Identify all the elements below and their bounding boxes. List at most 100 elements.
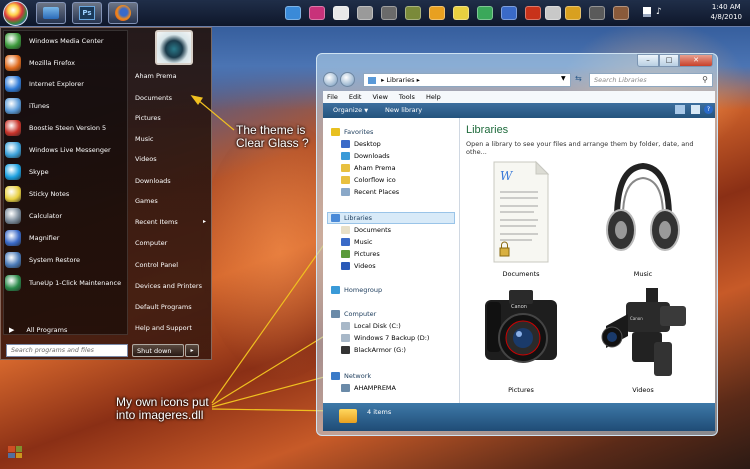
tray-app-icon[interactable] (613, 6, 629, 20)
volume-tray-icon[interactable]: ♪ (656, 7, 662, 17)
nav-library-item[interactable]: Videos (341, 262, 376, 270)
start-menu-place-item[interactable]: Games (135, 197, 158, 205)
back-button[interactable] (323, 72, 338, 87)
start-menu-place-item[interactable]: Music (135, 135, 154, 143)
menu-item[interactable]: Edit (349, 93, 362, 101)
shutdown-options-button[interactable]: ▸ (185, 344, 199, 357)
nav-network[interactable]: Network (331, 372, 371, 380)
start-menu-place-item[interactable]: Computer (135, 239, 167, 247)
start-menu-place-item[interactable]: Help and Support (135, 324, 192, 332)
new-library-button[interactable]: New library (385, 106, 422, 114)
start-menu-item[interactable]: Windows Media Center (5, 32, 104, 50)
start-menu-place-item[interactable]: Documents (135, 94, 172, 102)
start-menu-item[interactable]: System Restore (5, 251, 80, 269)
organize-button[interactable]: Organize ▼ (333, 106, 368, 114)
tray-app-icon[interactable] (309, 6, 325, 20)
user-picture[interactable] (155, 30, 193, 65)
start-menu-item[interactable]: Magnifier (5, 229, 59, 247)
start-menu-item[interactable]: Windows Live Messenger (5, 141, 111, 159)
start-menu-item[interactable]: Boostie Steen Version 5 (5, 119, 106, 137)
nav-computer[interactable]: Computer (331, 310, 376, 318)
tray-app-icon[interactable] (501, 6, 517, 20)
nav-favorite-item[interactable]: Desktop (341, 140, 381, 148)
nav-drive-item[interactable]: Windows 7 Backup (D:) (341, 334, 429, 342)
address-bar[interactable]: ▸ Libraries ▸ (363, 73, 571, 87)
start-menu-item[interactable]: iTunes (5, 97, 49, 115)
library-videos[interactable]: Canon Videos (598, 286, 688, 398)
tray-app-icon[interactable] (589, 6, 605, 20)
refresh-icon[interactable]: ⇆ (575, 74, 582, 83)
tray-app-icon[interactable] (357, 6, 373, 20)
tray-app-icon[interactable] (545, 6, 561, 20)
menu-item[interactable]: File (327, 93, 338, 101)
explorer-window: – □ ✕ ▸ Libraries ▸ ▼ ⇆ Search Libraries… (316, 53, 718, 436)
nav-favorite-item[interactable]: Aham Prema (341, 164, 396, 172)
nav-favorite-item[interactable]: Downloads (341, 152, 390, 160)
tray-app-icon[interactable] (477, 6, 493, 20)
start-menu-place-item[interactable]: Devices and Printers (135, 282, 202, 290)
tray-app-icon[interactable] (285, 6, 301, 20)
tray-app-icon[interactable] (453, 6, 469, 20)
nav-item-icon (341, 334, 350, 342)
tray-app-icon[interactable] (405, 6, 421, 20)
maximize-button[interactable]: □ (659, 54, 679, 67)
nav-drive-item[interactable]: BlackArmor (G:) (341, 346, 406, 354)
start-menu-item[interactable]: Internet Explorer (5, 75, 84, 93)
start-menu-item[interactable]: Calculator (5, 207, 62, 225)
nav-network-item[interactable]: AHAMPREMA (341, 384, 396, 392)
nav-homegroup[interactable]: Homegroup (331, 286, 382, 294)
library-music[interactable]: Music (598, 158, 688, 278)
start-menu-item[interactable]: TuneUp 1-Click Maintenance (5, 274, 121, 292)
nav-library-item[interactable]: Pictures (341, 250, 380, 258)
nav-favorite-item[interactable]: Recent Places (341, 188, 399, 196)
menu-item[interactable]: View (372, 93, 387, 101)
network-tray-icon[interactable] (643, 7, 651, 17)
start-menu-item[interactable]: Sticky Notes (5, 185, 69, 203)
nav-library-item[interactable]: Documents (341, 226, 391, 234)
start-menu-place-item[interactable]: Videos (135, 155, 157, 163)
taskbar-firefox-button[interactable] (108, 2, 138, 24)
start-orb[interactable] (3, 1, 28, 26)
start-menu-place-item[interactable]: Aham Prema (135, 72, 177, 80)
all-programs-button[interactable]: ▶ All Programs (9, 321, 67, 339)
tray-app-icon[interactable] (381, 6, 397, 20)
library-documents[interactable]: W Documents (476, 158, 566, 278)
start-menu-place-item[interactable]: Control Panel (135, 261, 178, 269)
start-menu-place-item[interactable]: Default Programs (135, 303, 192, 311)
close-button[interactable]: ✕ (679, 54, 713, 67)
start-menu-place-item[interactable]: Pictures (135, 114, 161, 122)
nav-libraries[interactable]: Libraries (331, 214, 372, 222)
minimize-button[interactable]: – (637, 54, 659, 67)
nav-drive-item[interactable]: Local Disk (C:) (341, 322, 401, 330)
shutdown-button[interactable]: Shut down (132, 344, 184, 357)
explorer-search-input[interactable]: Search Libraries ⚲ (589, 73, 713, 87)
clock[interactable]: 1:40 AM 4/8/2010 (711, 2, 742, 22)
navigation-pane: Favorites Desktop Downloads Aham Prema Color… (323, 118, 460, 403)
start-menu-place-item[interactable]: Downloads (135, 177, 171, 185)
menu-item[interactable]: Help (426, 93, 441, 101)
nav-favorite-item[interactable]: Colorflow ico (341, 176, 396, 184)
forward-button[interactable] (340, 72, 355, 87)
start-menu-item[interactable]: Mozilla Firefox (5, 54, 75, 72)
tray-app-icon[interactable] (333, 6, 349, 20)
documents-library-icon: W (493, 160, 550, 263)
library-pictures[interactable]: Canon Pictures (476, 286, 566, 398)
start-menu-item[interactable]: Skype (5, 163, 49, 181)
address-dropdown-icon[interactable]: ▼ (561, 75, 566, 82)
explorer-icon (43, 7, 59, 19)
tray-app-icon[interactable] (565, 6, 581, 20)
start-search-input[interactable]: Search programs and files (6, 344, 128, 357)
tray-app-icon[interactable] (429, 6, 445, 20)
preview-pane-icon[interactable] (691, 105, 700, 114)
tray-app-icon[interactable] (525, 6, 541, 20)
help-icon[interactable]: ? (704, 105, 713, 114)
nav-library-item[interactable]: Music (341, 238, 373, 246)
nav-item-icon (341, 152, 350, 160)
menu-item[interactable]: Tools (399, 93, 415, 101)
taskbar-explorer-button[interactable] (36, 2, 66, 24)
view-options-icon[interactable] (675, 105, 685, 114)
nav-item-icon (331, 372, 340, 380)
nav-favorites[interactable]: Favorites (331, 128, 373, 136)
start-menu-place-item[interactable]: Recent Items (135, 218, 178, 226)
taskbar-photoshop-button[interactable]: Ps (72, 2, 102, 24)
